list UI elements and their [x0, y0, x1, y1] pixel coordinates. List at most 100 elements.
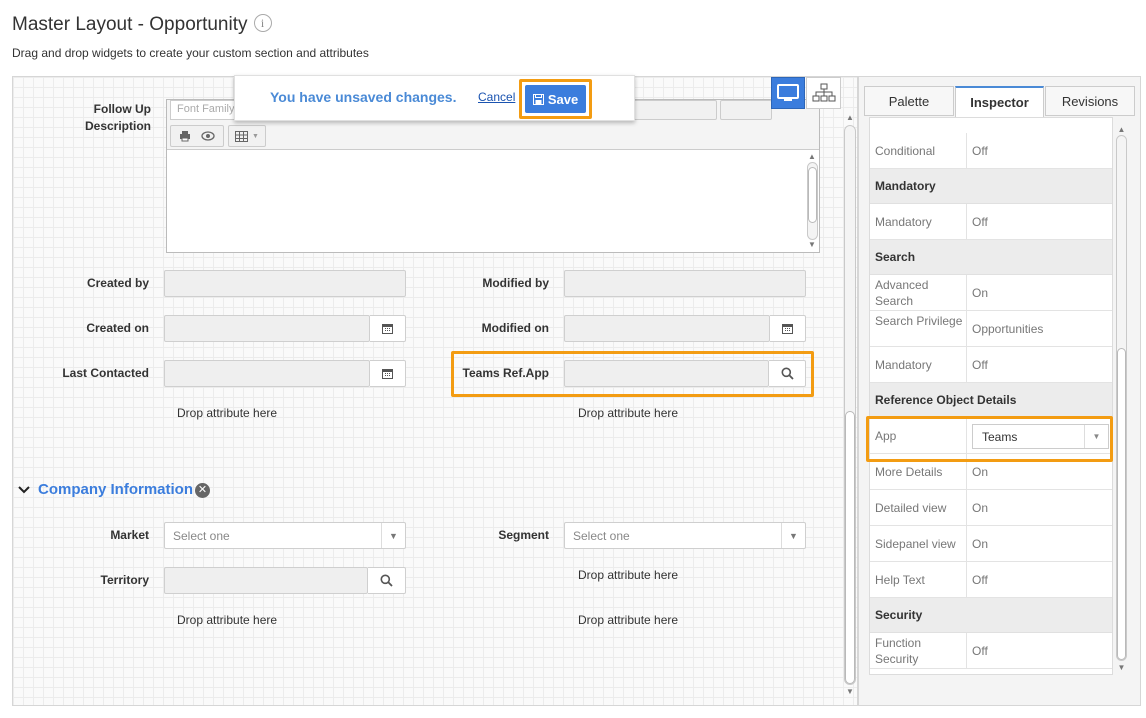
scroll-up-icon[interactable]: ▲: [1115, 125, 1128, 135]
remove-section-icon[interactable]: ✕: [195, 483, 210, 498]
inspector-row-key: Function Security: [875, 636, 922, 666]
created-by-input[interactable]: [164, 270, 406, 297]
inspector-row-key: Mandatory: [875, 215, 932, 229]
inspector-row-key: Help Text: [875, 573, 925, 587]
link-code-buttons[interactable]: [720, 100, 772, 120]
editor-scroll-thumb[interactable]: [808, 167, 817, 223]
app-row-highlight: [866, 416, 1113, 462]
teams-ref-app-input[interactable]: [564, 360, 769, 387]
inspector-scroll-thumb[interactable]: [1117, 348, 1126, 660]
list-buttons[interactable]: [625, 100, 717, 120]
inspector-row[interactable]: Help Text Off: [870, 562, 1112, 598]
inspector-row-value[interactable]: Off: [972, 644, 988, 658]
rich-text-editor[interactable]: Font Family ▼ ▲ ▼: [166, 99, 820, 253]
print-icon[interactable]: [179, 130, 191, 142]
territory-search-button[interactable]: [368, 567, 406, 594]
inspector-row-value[interactable]: Opportunities: [972, 322, 1043, 336]
unsaved-changes-banner: You have unsaved changes. Cancel Save: [234, 75, 635, 121]
layout-canvas[interactable]: Follow Up Description Font Family ▼ ▲ ▼ …: [12, 76, 858, 706]
inspector-row-key: Sidepanel view: [875, 537, 956, 551]
teams-ref-app-search-button[interactable]: [769, 360, 806, 387]
print-preview-buttons[interactable]: [170, 125, 224, 147]
inspector-row-value[interactable]: Off: [972, 215, 988, 229]
info-icon[interactable]: i: [253, 14, 272, 32]
tab-revisions[interactable]: Revisions: [1045, 86, 1135, 116]
hierarchy-view-button[interactable]: [806, 77, 841, 109]
created-on-label: Created on: [86, 321, 149, 335]
inspector-row[interactable]: Conditional Off: [870, 133, 1112, 169]
inspector-row[interactable]: Detailed view On: [870, 490, 1112, 526]
inspector-row-value[interactable]: On: [972, 286, 988, 300]
canvas-scrollbar[interactable]: ▲ ▼: [843, 113, 857, 697]
table-button[interactable]: ▼: [228, 125, 266, 147]
created-on-input[interactable]: [164, 315, 370, 342]
preview-eye-icon[interactable]: [201, 131, 215, 141]
modified-on-label: Modified on: [481, 321, 549, 335]
inspector-row-key: Search Privilege: [875, 314, 963, 328]
font-family-placeholder: Font Family: [177, 103, 235, 115]
inspector-row-value[interactable]: Off: [972, 358, 988, 372]
inspector-row[interactable]: Mandatory Off: [870, 204, 1112, 240]
last-contacted-calendar-button[interactable]: [370, 360, 406, 387]
drop-zone-right[interactable]: Drop attribute here: [578, 406, 678, 420]
tab-palette[interactable]: Palette: [864, 86, 954, 116]
editor-scroll-track[interactable]: [807, 162, 818, 240]
inspector-row-key: Detailed view: [875, 501, 947, 515]
drop-zone-right-3[interactable]: Drop attribute here: [578, 613, 678, 627]
scroll-down-icon[interactable]: ▼: [1115, 663, 1128, 673]
inspector-row-partial: [870, 117, 1113, 118]
page-title: Master Layout - Opportunity i: [12, 14, 272, 36]
editor-scrollbar[interactable]: ▲ ▼: [806, 152, 818, 250]
collapse-section-icon[interactable]: [18, 483, 30, 498]
save-button-label: Save: [547, 91, 579, 107]
save-button[interactable]: Save: [525, 85, 586, 113]
scroll-up-icon[interactable]: ▲: [843, 113, 857, 123]
inspector-section-mandatory: Mandatory: [870, 169, 1112, 204]
chevron-down-icon: ▼: [381, 523, 405, 548]
modified-by-input[interactable]: [564, 270, 806, 297]
inspector-section-search: Search: [870, 240, 1112, 275]
inspector-row[interactable]: Search Privilege Opportunities: [870, 311, 1112, 347]
page-title-text: Master Layout - Opportunity: [12, 14, 248, 35]
teams-ref-app-label: Teams Ref.App: [462, 366, 549, 380]
canvas-scroll-track[interactable]: [844, 125, 856, 685]
territory-label: Territory: [100, 573, 149, 587]
scroll-down-icon[interactable]: ▼: [806, 240, 818, 250]
scroll-down-icon[interactable]: ▼: [843, 687, 857, 697]
drop-zone-right-2[interactable]: Drop attribute here: [578, 568, 678, 582]
drop-zone-left[interactable]: Drop attribute here: [177, 406, 277, 420]
calendar-icon: [782, 324, 793, 334]
search-icon: [380, 574, 393, 587]
last-contacted-input[interactable]: [164, 360, 370, 387]
inspector-row[interactable]: Function Security Off: [870, 633, 1112, 669]
canvas-scroll-thumb[interactable]: [845, 411, 855, 684]
created-on-calendar-button[interactable]: [370, 315, 406, 342]
segment-label: Segment: [498, 528, 549, 542]
modified-on-input[interactable]: [564, 315, 770, 342]
inspector-row-value[interactable]: Off: [972, 573, 988, 587]
inspector-row-key: Conditional: [875, 144, 936, 158]
cancel-link[interactable]: Cancel: [478, 90, 515, 104]
inspector-row[interactable]: Sidepanel view On: [870, 526, 1112, 562]
search-icon: [781, 367, 794, 380]
inspector-row-value[interactable]: On: [972, 537, 988, 551]
segment-select[interactable]: Select one ▼: [564, 522, 806, 549]
inspector-row[interactable]: Advanced Search On: [870, 275, 1112, 311]
territory-input[interactable]: [164, 567, 368, 594]
inspector-scrollbar[interactable]: ▲ ▼: [1115, 125, 1128, 673]
inspector-row-value[interactable]: Off: [972, 144, 988, 158]
inspector-row-value[interactable]: On: [972, 465, 988, 479]
inspector-section-reference-object-details: Reference Object Details: [870, 383, 1112, 418]
inspector-scroll-track[interactable]: [1116, 135, 1127, 661]
desktop-view-button[interactable]: [771, 77, 805, 109]
drop-zone-left-3[interactable]: Drop attribute here: [177, 613, 277, 627]
last-contacted-label: Last Contacted: [62, 366, 149, 380]
inspector-row-value[interactable]: On: [972, 501, 988, 515]
inspector-row[interactable]: Mandatory Off: [870, 347, 1112, 383]
section-title-company-information[interactable]: Company Information: [38, 481, 193, 498]
modified-on-calendar-button[interactable]: [770, 315, 806, 342]
scroll-up-icon[interactable]: ▲: [806, 152, 818, 162]
table-dropdown-icon: ▼: [252, 132, 259, 140]
market-select[interactable]: Select one ▼: [164, 522, 406, 549]
tab-inspector[interactable]: Inspector: [955, 86, 1044, 117]
